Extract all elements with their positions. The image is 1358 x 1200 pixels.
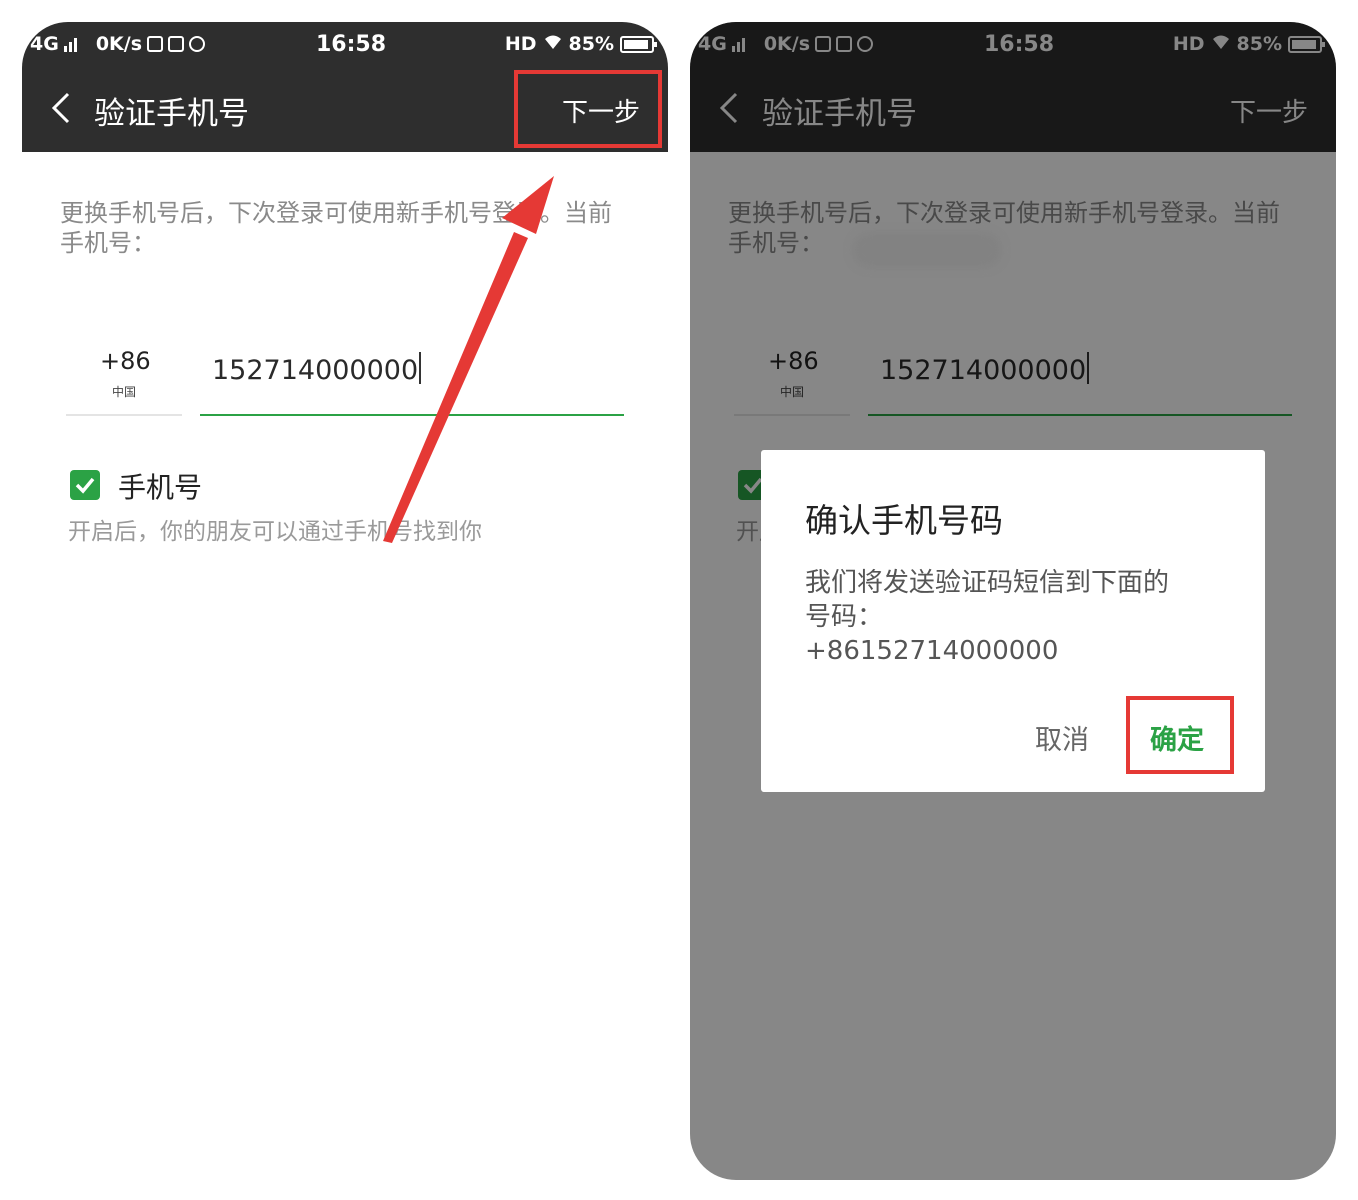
qq-icon <box>189 36 206 52</box>
check-icon <box>75 477 95 494</box>
dialog-message: 我们将发送验证码短信到下面的 号码： +86152714000000 <box>805 566 1225 668</box>
text-caret <box>419 352 422 384</box>
form-content: 更换手机号后，下次登录可使用新手机号登录。当前手机号： +86 中国 15271… <box>22 152 668 1180</box>
redacted-phone-blur <box>852 232 1002 268</box>
phone-visible-checkbox[interactable] <box>70 470 100 500</box>
status-bar: 4G 0K/s 16:58 HD 85% <box>22 22 668 66</box>
network-label: 4G <box>30 33 59 55</box>
page-title: 验证手机号 <box>94 96 249 132</box>
hd-label: HD <box>504 33 537 55</box>
dialog-message-line2: 号码： <box>805 602 884 632</box>
country-code[interactable]: +86 <box>100 347 151 375</box>
dialog-title: 确认手机号码 <box>805 501 1003 540</box>
dialog-message-line1: 我们将发送验证码短信到下面的 <box>805 568 1170 598</box>
battery-icon <box>620 35 657 53</box>
checkbox-label: 手机号 <box>118 471 203 504</box>
clock: 16:58 <box>316 32 387 57</box>
checkbox-description: 开启后，你的朋友可以通过手机号找到你 <box>68 519 482 545</box>
phone-screen-left: 4G 0K/s 16:58 HD 85% 验证手机号 下一步 更换手机号后，下次… <box>22 22 668 1180</box>
app-notification-icon <box>168 36 185 52</box>
phone-number-value: 152714000000 <box>212 355 419 386</box>
description-text: 更换手机号后，下次登录可使用新手机号登录。当前手机号： <box>60 199 612 257</box>
country-name: 中国 <box>112 385 137 399</box>
cancel-button[interactable]: 取消 <box>1035 718 1089 757</box>
signal-icon <box>63 36 77 52</box>
chevron-left-icon[interactable] <box>44 90 80 126</box>
country-code-underline <box>66 414 182 416</box>
dialog-phone-number: +86152714000000 <box>805 636 1059 666</box>
phone-number-input[interactable]: 152714000000 <box>212 352 422 386</box>
phone-screen-right: 4G 0K/s 16:58 HD 85% 验证手机号 下一步 更换手机号后，下次… <box>690 22 1336 1180</box>
battery-percent: 85% <box>568 33 614 55</box>
highlight-box-confirm <box>1126 696 1234 774</box>
phone-input-underline <box>200 414 624 416</box>
wifi-icon <box>543 33 563 55</box>
highlight-box-next <box>514 70 662 148</box>
usb-icon <box>147 36 164 52</box>
net-speed: 0K/s <box>95 33 143 55</box>
